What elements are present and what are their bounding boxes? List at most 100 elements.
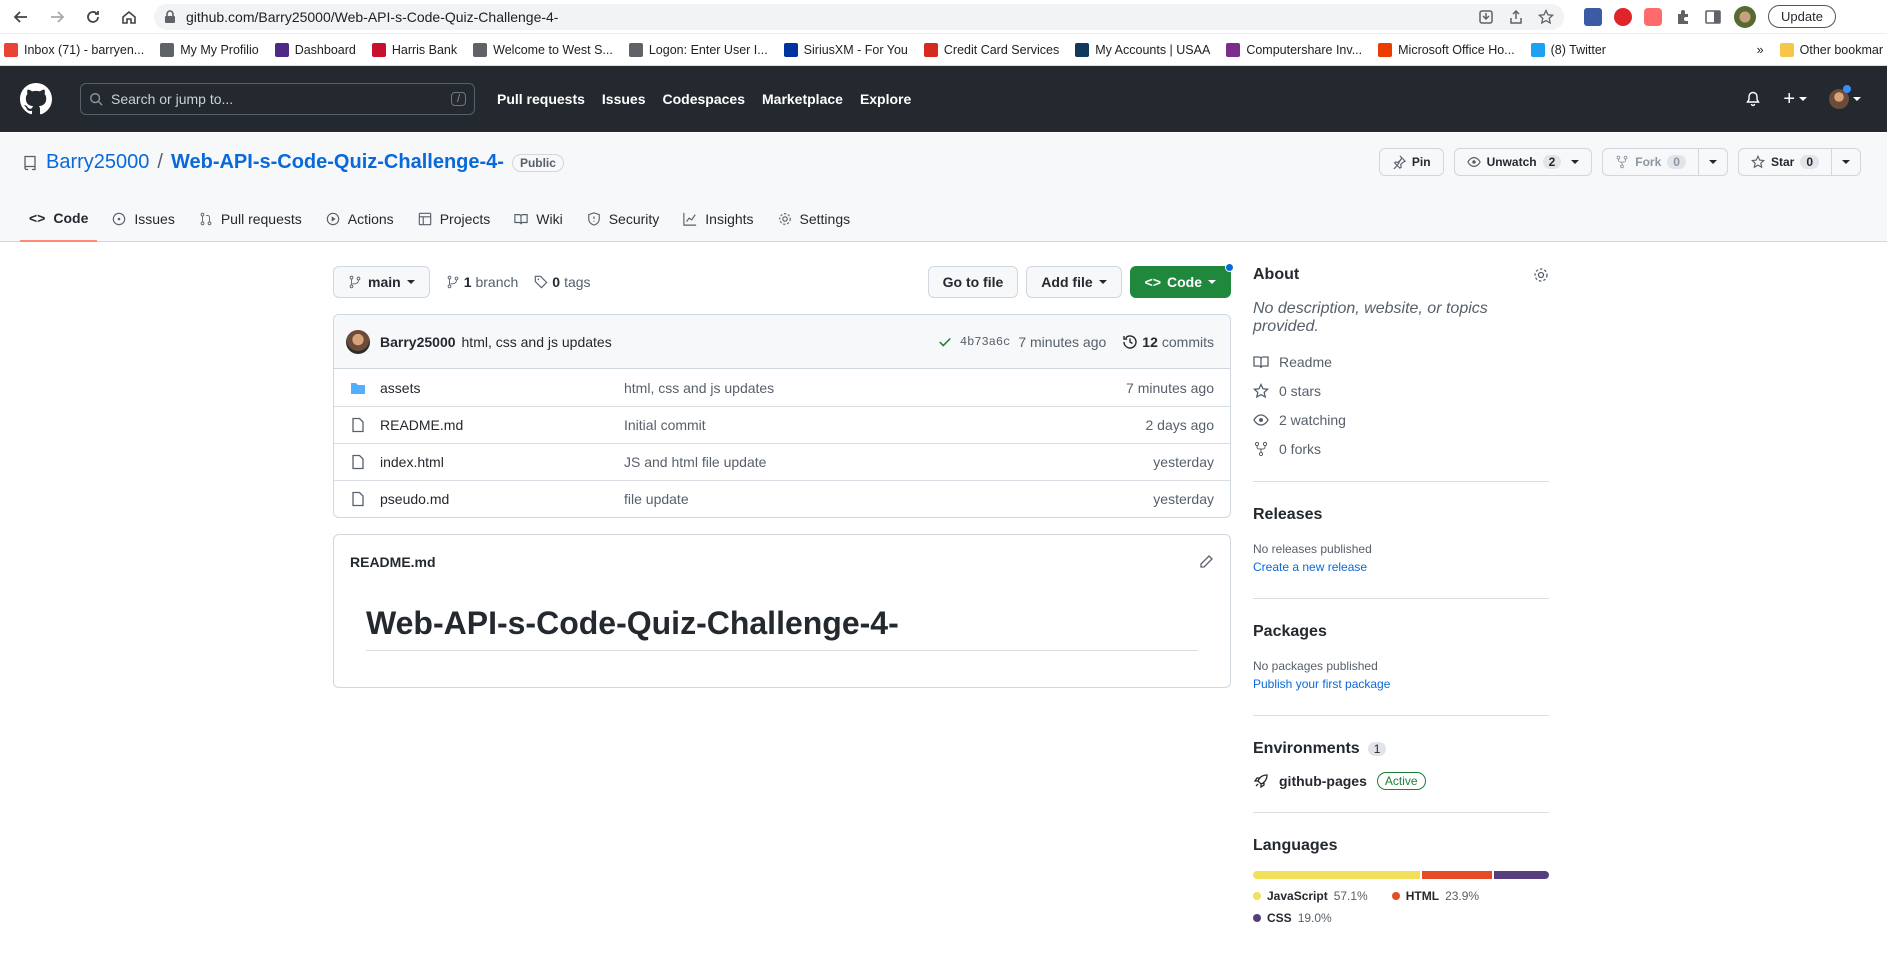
- plus-icon: +: [1783, 87, 1795, 110]
- bookmark-item[interactable]: Inbox (71) - barryen...: [4, 42, 144, 57]
- bookmark-item[interactable]: Harris Bank: [371, 42, 457, 57]
- forward-arrow-icon[interactable]: [42, 2, 72, 32]
- tab-issues[interactable]: Issues: [103, 196, 183, 242]
- language-bar-segment: [1421, 871, 1492, 879]
- opera-extension-icon[interactable]: [1614, 7, 1632, 26]
- search-input[interactable]: Search or jump to... /: [80, 83, 475, 115]
- bookmark-item[interactable]: Logon: Enter User I...: [628, 42, 768, 57]
- profile-avatar[interactable]: [1734, 5, 1756, 28]
- tab-code[interactable]: <> Code: [20, 196, 98, 242]
- bookmark-item[interactable]: Welcome to West S...: [473, 42, 613, 57]
- bell-icon[interactable]: [1745, 91, 1761, 107]
- commit-message[interactable]: html, css and js updates: [462, 334, 612, 350]
- environments-title[interactable]: Environments: [1253, 740, 1360, 758]
- cast-extension-icon[interactable]: [1644, 7, 1662, 26]
- bookmark-item[interactable]: Computershare Inv...: [1226, 42, 1362, 57]
- file-commit-message[interactable]: JS and html file update: [624, 454, 1153, 470]
- reload-icon[interactable]: [78, 2, 108, 32]
- star-dropdown[interactable]: [1831, 149, 1860, 175]
- nav-explore[interactable]: Explore: [860, 91, 911, 107]
- commit-author[interactable]: Barry25000: [380, 334, 456, 350]
- tags-link[interactable]: 0 tags: [534, 274, 591, 290]
- bookmark-item[interactable]: Microsoft Office Ho...: [1378, 42, 1515, 57]
- side-panel-icon[interactable]: [1704, 8, 1722, 26]
- file-commit-message[interactable]: Initial commit: [624, 417, 1146, 433]
- repo-name-link[interactable]: Web-API-s-Code-Quiz-Challenge-4-: [171, 151, 504, 174]
- bookmark-item[interactable]: My Accounts | USAA: [1075, 42, 1210, 57]
- nav-pull-requests[interactable]: Pull requests: [497, 91, 585, 107]
- commit-sha[interactable]: 4b73a6c: [960, 335, 1010, 349]
- language-percent: 19.0%: [1297, 911, 1332, 925]
- tab-security[interactable]: Security: [578, 196, 669, 242]
- bookmarks-overflow-button[interactable]: »: [1757, 43, 1764, 57]
- code-button[interactable]: <> Code: [1129, 263, 1234, 298]
- file-commit-message[interactable]: html, css and js updates: [624, 380, 1126, 396]
- check-icon[interactable]: [938, 335, 952, 349]
- watching-link[interactable]: 2 watching: [1253, 412, 1549, 428]
- packages-title[interactable]: Packages: [1253, 623, 1549, 641]
- back-arrow-icon[interactable]: [6, 2, 36, 32]
- tab-settings[interactable]: Settings: [769, 196, 860, 242]
- bookmark-star-icon[interactable]: [1538, 8, 1554, 25]
- pencil-icon[interactable]: [1198, 554, 1214, 570]
- file-name-link[interactable]: pseudo.md: [366, 491, 624, 507]
- file-commit-message[interactable]: file update: [624, 491, 1153, 507]
- create-new-dropdown[interactable]: +: [1783, 88, 1807, 111]
- unwatch-button[interactable]: Unwatch 2: [1453, 148, 1593, 176]
- tab-projects[interactable]: Projects: [409, 196, 500, 242]
- tab-actions[interactable]: Actions: [317, 196, 403, 242]
- file-name-link[interactable]: index.html: [366, 454, 624, 470]
- nav-marketplace[interactable]: Marketplace: [762, 91, 843, 107]
- star-button[interactable]: Star 0: [1737, 148, 1861, 176]
- bookmark-item[interactable]: Dashboard: [274, 42, 356, 57]
- download-extension-icon[interactable]: [1584, 7, 1602, 26]
- play-icon: [326, 212, 340, 226]
- about-description: No description, website, or topics provi…: [1253, 300, 1488, 335]
- home-icon[interactable]: [114, 2, 144, 32]
- language-item[interactable]: HTML 23.9%: [1391, 889, 1479, 903]
- readme-panel: README.md Web-API-s-Code-Quiz-Challenge-…: [333, 534, 1231, 688]
- fork-button[interactable]: Fork 0: [1602, 148, 1728, 176]
- forks-link[interactable]: 0 forks: [1253, 441, 1549, 457]
- language-item[interactable]: CSS 19.0%: [1253, 911, 1332, 925]
- readme-link[interactable]: Readme: [1253, 354, 1549, 370]
- add-file-button[interactable]: Add file: [1026, 266, 1122, 298]
- puzzle-icon[interactable]: [1674, 8, 1692, 26]
- tab-pull-requests[interactable]: Pull requests: [190, 196, 311, 242]
- bookmark-item[interactable]: (8) Twitter: [1530, 42, 1606, 57]
- repo-owner-link[interactable]: Barry25000: [46, 151, 149, 174]
- branches-link[interactable]: 1 branch: [446, 274, 518, 290]
- stars-link[interactable]: 0 stars: [1253, 383, 1549, 399]
- file-name-link[interactable]: assets: [366, 380, 624, 396]
- environment-item[interactable]: github-pages Active: [1253, 772, 1549, 790]
- branch-selector[interactable]: main: [333, 266, 430, 298]
- tab-insights[interactable]: Insights: [674, 196, 762, 242]
- main-content: main 1 branch 0 tags Go to file Add file…: [333, 263, 1234, 688]
- publish-package-link[interactable]: Publish your first package: [1253, 677, 1549, 691]
- author-avatar[interactable]: [346, 329, 370, 354]
- other-bookmarks-folder[interactable]: Other bookmar: [1779, 42, 1883, 57]
- pin-button[interactable]: Pin: [1378, 148, 1444, 176]
- gear-icon[interactable]: [1533, 267, 1549, 283]
- update-button[interactable]: Update: [1768, 5, 1836, 28]
- create-release-link[interactable]: Create a new release: [1253, 560, 1549, 574]
- install-icon[interactable]: [1478, 9, 1494, 25]
- bookmark-item[interactable]: Credit Card Services: [923, 42, 1059, 57]
- go-to-file-button[interactable]: Go to file: [927, 266, 1019, 298]
- bookmark-item[interactable]: My My Profilio: [160, 42, 259, 57]
- file-name-link[interactable]: README.md: [366, 417, 624, 433]
- tab-wiki[interactable]: Wiki: [505, 196, 571, 242]
- language-item[interactable]: JavaScript 57.1%: [1253, 889, 1368, 903]
- nav-codespaces[interactable]: Codespaces: [663, 91, 745, 107]
- github-logo-icon[interactable]: [20, 83, 52, 115]
- nav-issues[interactable]: Issues: [602, 91, 646, 107]
- commits-link[interactable]: 12 commits: [1122, 334, 1214, 350]
- address-bar[interactable]: github.com/Barry25000/Web-API-s-Code-Qui…: [154, 3, 1564, 30]
- fork-dropdown[interactable]: [1697, 149, 1727, 175]
- bookmark-item[interactable]: SiriusXM - For You: [783, 42, 908, 57]
- share-icon[interactable]: [1508, 9, 1524, 25]
- user-menu[interactable]: [1829, 85, 1861, 109]
- releases-title[interactable]: Releases: [1253, 506, 1549, 524]
- bookmark-label: Welcome to West S...: [493, 42, 613, 57]
- file-commit-date: 7 minutes ago: [1126, 379, 1214, 396]
